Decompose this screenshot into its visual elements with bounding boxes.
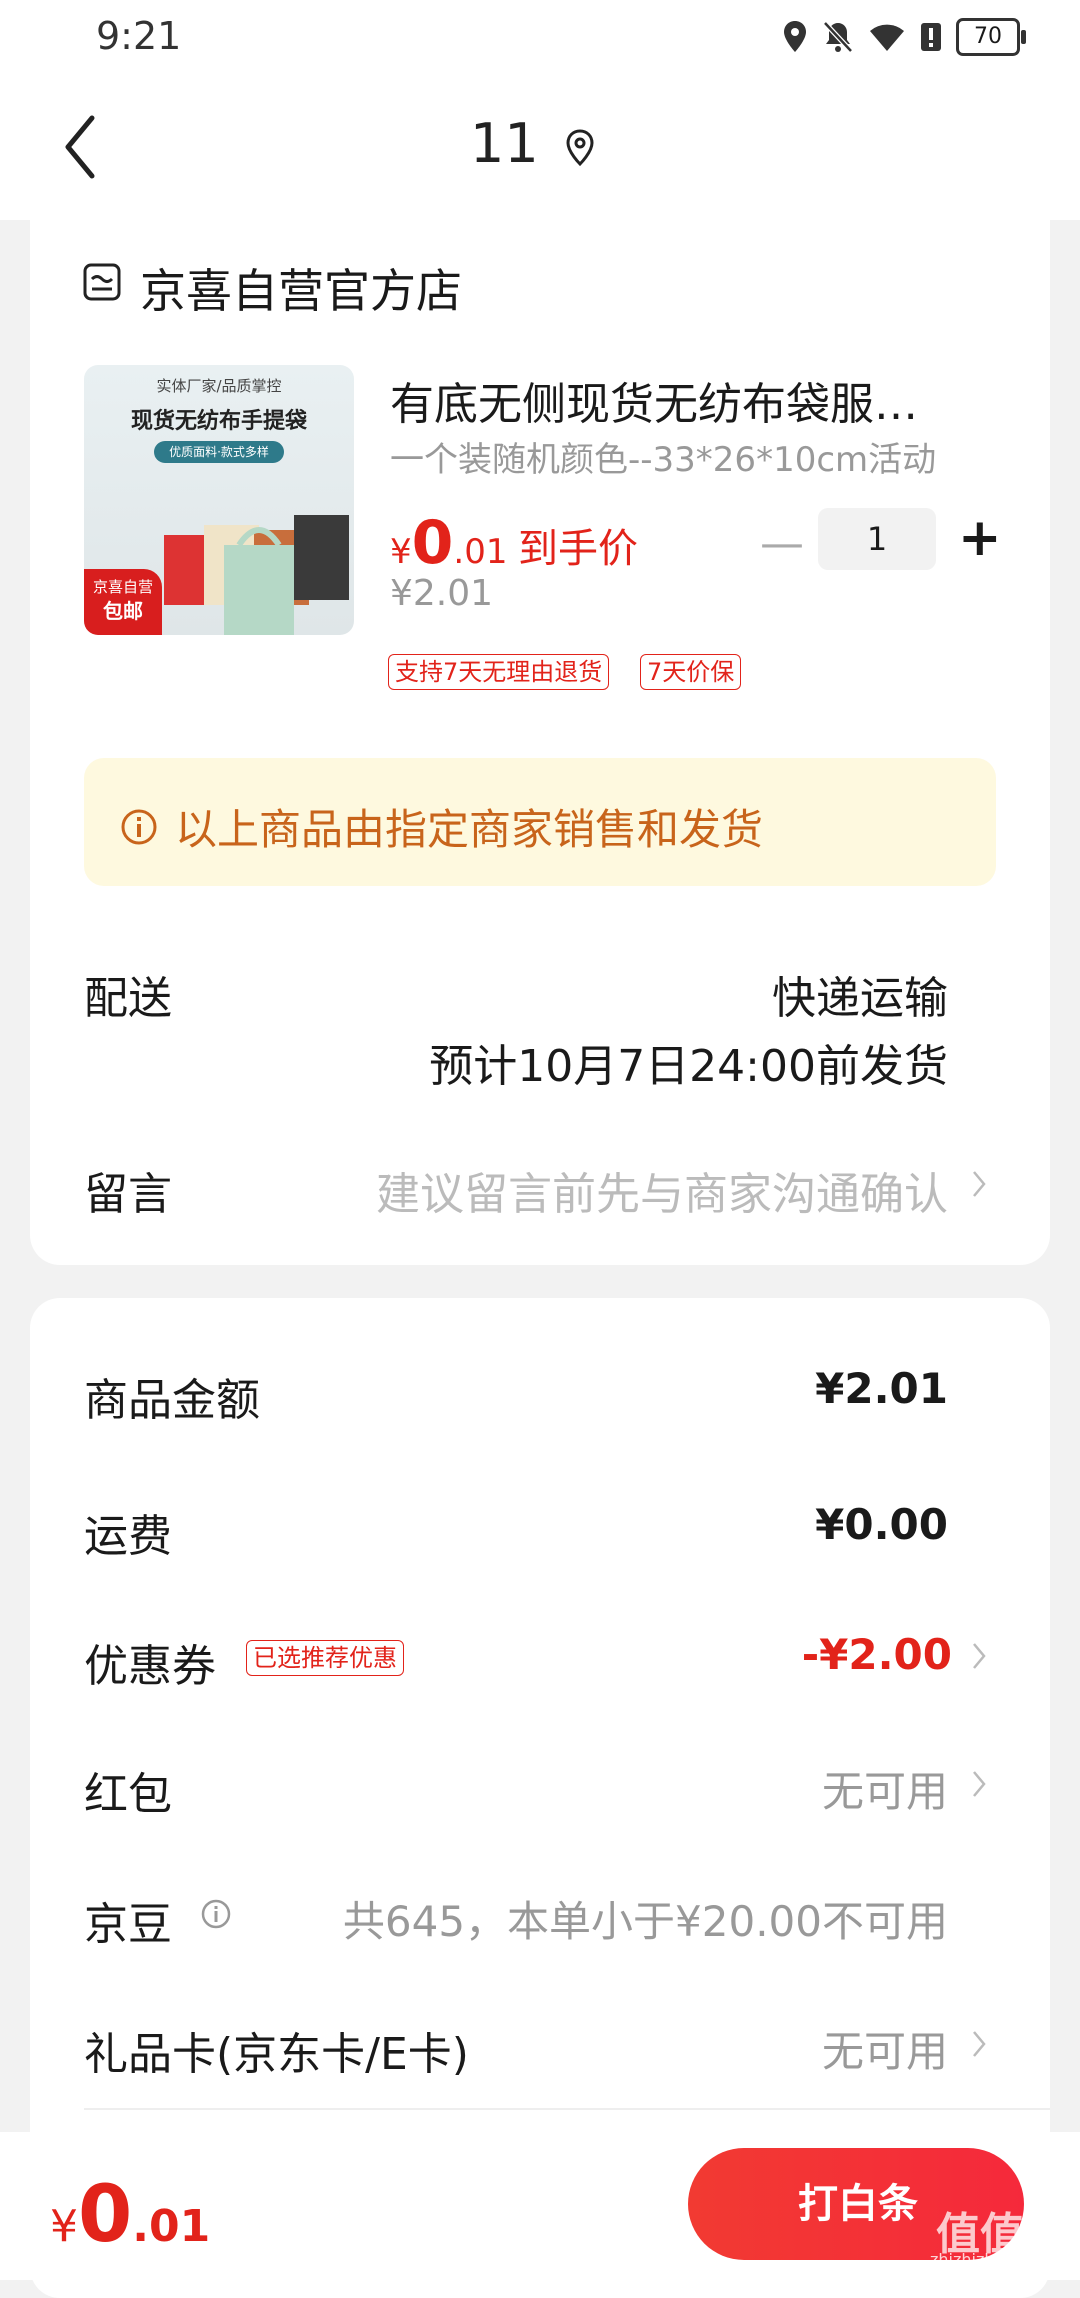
watermark-url: zhizhizhi.com <box>930 2250 1039 2269</box>
total-integer: 0 <box>78 2170 133 2260</box>
chevron-right-icon[interactable] <box>972 1642 986 1670</box>
store-icon <box>83 263 121 301</box>
message-label: 留言 <box>84 1169 172 1220</box>
giftcard-value[interactable]: 无可用 <box>822 2018 948 2079</box>
price-currency: ¥ <box>390 532 412 572</box>
price-integer: 0 <box>411 508 454 578</box>
goods-amount-value: ¥2.01 <box>815 1364 948 1413</box>
freight-label: 运费 <box>84 1511 172 1562</box>
product-image-pill: 优质面料·款式多样 <box>154 441 284 463</box>
return-policy-tag: 支持7天无理由退货 <box>388 654 610 690</box>
badge-line-1: 京喜自营 <box>92 578 153 596</box>
hongbao-label: 红包 <box>84 1769 172 1820</box>
order-item-card <box>30 190 1050 1265</box>
badge-line-2: 包邮 <box>103 599 143 623</box>
battery-indicator: 70 <box>956 18 1026 56</box>
chevron-right-icon[interactable] <box>972 1770 986 1798</box>
pay-button-label: 打白条 <box>798 2181 918 2227</box>
mute-bell-icon <box>823 21 853 53</box>
deal-price-label: 到手价 <box>518 526 638 572</box>
bags-illustration <box>164 515 349 635</box>
product-image-badge: 京喜自营 包邮 <box>84 569 162 635</box>
deal-price: ¥0.01 <box>390 508 507 578</box>
hongbao-value[interactable]: 无可用 <box>822 1758 948 1819</box>
seller-notice-text: 以上商品由指定商家销售和发货 <box>175 805 764 854</box>
jingdou-value: 共645，本单小于¥20.00不可用 <box>342 1897 948 1946</box>
coupon-label: 优惠券 <box>84 1641 216 1692</box>
location-pin-icon[interactable] <box>563 128 597 168</box>
total-currency: ¥ <box>50 2201 78 2252</box>
chevron-right-icon[interactable] <box>972 1170 986 1198</box>
wifi-icon <box>870 24 904 51</box>
divider <box>84 2108 1050 2110</box>
back-arrow-icon[interactable] <box>60 112 100 182</box>
shipping-method[interactable]: 快递运输 <box>772 962 948 1026</box>
chevron-right-icon[interactable] <box>972 2030 986 2058</box>
location-icon <box>784 21 806 52</box>
goods-amount-label: 商品金额 <box>84 1375 260 1426</box>
giftcard-label: 礼品卡(京东卡/E卡) <box>84 2029 469 2080</box>
coupon-recommend-tag: 已选推荐优惠 <box>246 1640 404 1676</box>
address-title[interactable]: 11 <box>470 112 539 175</box>
quantity-decrease-button[interactable]: — <box>760 518 804 569</box>
store-name[interactable]: 京喜自营官方店 <box>140 255 462 321</box>
message-input[interactable]: 建议留言前先与商家沟通确认 <box>376 1158 948 1222</box>
product-image-title: 现货无纺布手提袋 <box>130 409 307 434</box>
original-price: ¥2.01 <box>390 573 494 614</box>
coupon-value[interactable]: -¥2.00 <box>802 1630 952 1679</box>
price-decimal: .01 <box>453 532 508 572</box>
jingdou-label: 京豆 <box>84 1899 172 1950</box>
status-time: 9:21 <box>96 14 182 58</box>
product-image[interactable]: 实体厂家/品质掌控 现货无纺布手提袋 优质面料·款式多样 京喜自营 包邮 <box>84 365 354 635</box>
price-protect-tag: 7天价保 <box>640 654 742 690</box>
total-decimal: .01 <box>132 2201 211 2252</box>
status-icons: 70 <box>782 14 1026 60</box>
shipping-label: 配送 <box>84 973 172 1024</box>
shipping-estimate: 预计10月7日24:00前发货 <box>429 1041 948 1092</box>
info-icon <box>121 809 157 845</box>
alert-icon <box>921 23 941 51</box>
product-title[interactable]: 有底无侧现货无纺布袋服… <box>390 368 970 432</box>
total-price: ¥0.01 <box>50 2170 210 2260</box>
product-spec[interactable]: 一个装随机颜色--33*26*10cm活动 <box>390 432 936 481</box>
freight-value: ¥0.00 <box>815 1500 948 1549</box>
quantity-increase-button[interactable]: + <box>958 508 1002 568</box>
quantity-input[interactable]: 1 <box>818 508 936 570</box>
product-image-caption: 实体厂家/品质掌控 <box>156 377 282 395</box>
info-icon[interactable] <box>200 1898 232 1930</box>
